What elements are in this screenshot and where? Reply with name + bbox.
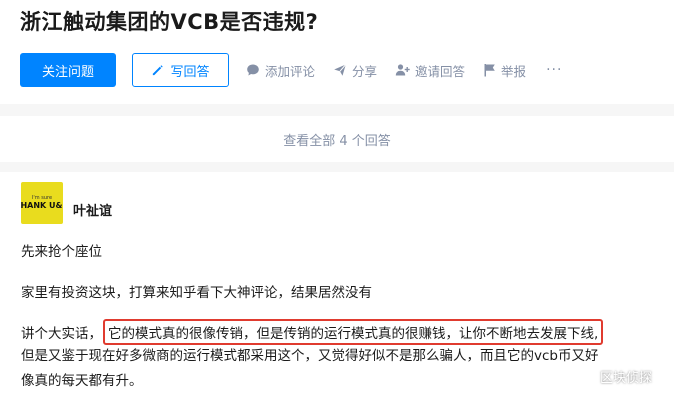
answer-paragraph-3-line-2: 但是又鉴于现在好多微商的运行模式都采用这个，又觉得好似不是那么骗人，而且它的vc… <box>21 348 599 364</box>
answer-paragraph-2: 家里有投资这块，打算来知乎看下大神评论，结果居然没有 <box>21 285 372 301</box>
add-comment-label: 添加评论 <box>265 63 316 79</box>
invite-answer-action[interactable]: 邀请回答 <box>395 61 465 80</box>
flag-icon <box>484 64 495 77</box>
highlighted-text: 它的模式真的很像传销，但是传销的运行模式真的很赚钱，让你不断地去发展下线, <box>103 319 604 345</box>
question-header: 浙江触动集团的VCB是否违规? 关注问题 写回答 添加评论 分享 邀请回答 举报… <box>0 0 674 104</box>
answer-paragraph-3-prefix: 讲个大实话， <box>21 326 102 342</box>
answer-card: I'm sure THANK U&U 叶祉谊 先来抢个座位 家里有投资这块，打算… <box>0 172 674 400</box>
follow-question-button[interactable]: 关注问题 <box>20 53 116 87</box>
write-answer-label: 写回答 <box>170 63 210 79</box>
watermark: 区块侦探 <box>572 367 652 386</box>
more-options-button[interactable]: ··· <box>546 62 562 78</box>
comment-bubble-icon <box>247 64 259 76</box>
add-comment-action[interactable]: 添加评论 <box>246 61 315 80</box>
pencil-icon <box>153 64 164 75</box>
author-name[interactable]: 叶祉谊 <box>73 200 112 219</box>
write-answer-button[interactable]: 写回答 <box>132 53 229 87</box>
watermark-text: 区块侦探 <box>599 371 652 386</box>
follow-question-label: 关注问题 <box>41 63 94 79</box>
view-all-answers-link[interactable]: 查看全部 4 个回答 <box>0 116 674 162</box>
answer-paragraph-3-line-1: 讲个大实话， 它的模式真的很像传销，但是传销的运行模式真的很赚钱，让你不断地去发展… <box>21 319 604 345</box>
avatar[interactable]: I'm sure THANK U&U <box>21 182 63 224</box>
avatar-text-big: THANK U&U <box>21 201 63 210</box>
share-label: 分享 <box>352 63 378 79</box>
question-title[interactable]: 浙江触动集团的VCB是否违规? <box>20 6 318 36</box>
view-all-answers-label: 查看全部 4 个回答 <box>283 133 391 149</box>
paper-plane-icon <box>334 64 347 76</box>
add-person-icon <box>395 64 410 76</box>
answer-paragraph-3-line-3: 像真的每天都有升。 <box>21 373 143 389</box>
report-action[interactable]: 举报 <box>483 61 526 80</box>
report-label: 举报 <box>501 63 527 79</box>
share-action[interactable]: 分享 <box>333 61 377 80</box>
wechat-icon <box>572 368 594 385</box>
invite-answer-label: 邀请回答 <box>415 63 466 79</box>
answer-paragraph-1: 先来抢个座位 <box>21 244 102 260</box>
question-actions: 关注问题 写回答 添加评论 分享 邀请回答 举报 ··· <box>20 53 562 87</box>
